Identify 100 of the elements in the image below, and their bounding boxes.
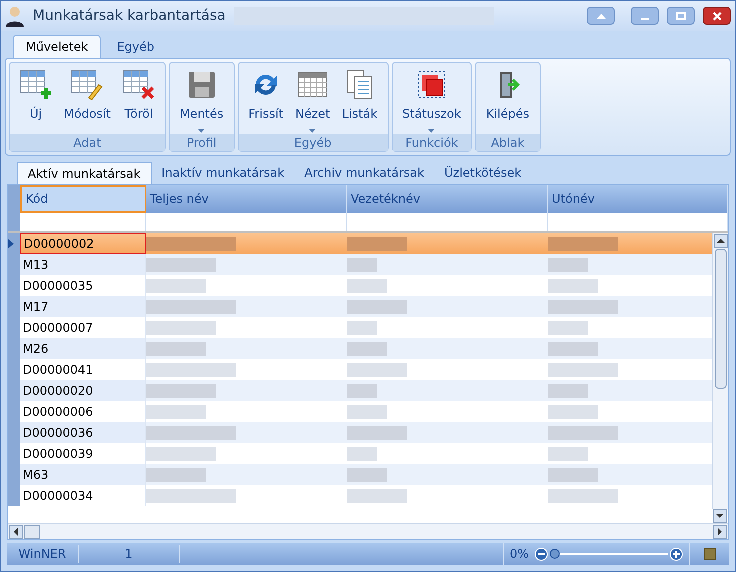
window-title: Munkatársak karbantartása <box>33 6 226 26</box>
user-icon <box>5 5 25 27</box>
table-row[interactable]: D00000002 <box>8 233 712 254</box>
status-count: 1 <box>79 545 180 563</box>
ribbon-button[interactable]: Módosít <box>58 63 117 134</box>
blurred-text <box>548 446 588 460</box>
column-header[interactable]: Utónév <box>548 185 728 213</box>
new-icon <box>20 69 52 101</box>
blurred-text <box>548 342 598 356</box>
table-row[interactable]: D00000020 <box>8 380 712 401</box>
ribbon-button[interactable]: Kilépés <box>480 63 536 134</box>
blurred-text <box>347 236 407 250</box>
blurred-text <box>347 278 387 292</box>
group-label: Ablak <box>476 134 540 151</box>
table-row[interactable]: M13 <box>8 254 712 275</box>
right-arrow-icon <box>718 528 722 536</box>
ribbon-button[interactable]: Töröl <box>116 63 161 134</box>
ribbon-tab[interactable]: Egyéb <box>105 35 167 58</box>
blurred-text <box>347 468 387 482</box>
status-app-name: WinNER <box>7 545 79 563</box>
zoom-slider-thumb[interactable] <box>550 549 560 559</box>
scroll-thumb[interactable] <box>714 249 726 389</box>
table-row[interactable]: D00000036 <box>8 422 712 443</box>
vertical-scrollbar[interactable] <box>712 233 728 509</box>
blurred-text <box>347 300 407 314</box>
tab[interactable]: Inaktív munkatársak <box>152 162 295 184</box>
blurred-text <box>548 320 588 334</box>
status-icon <box>416 69 448 101</box>
table-cell: D00000036 <box>20 422 146 443</box>
horizontal-scrollbar[interactable] <box>8 523 728 539</box>
tab[interactable]: Archiv munkatársak <box>294 162 434 184</box>
blurred-text <box>347 426 407 440</box>
blurred-text <box>347 258 377 272</box>
table-cell: M26 <box>20 338 146 359</box>
ribbon-button[interactable]: Új <box>14 63 58 134</box>
group-label: Adat <box>10 134 165 151</box>
edit-icon <box>71 69 104 101</box>
blurred-text <box>347 488 407 502</box>
close-icon <box>712 12 722 20</box>
ribbon-button[interactable]: Státuszok <box>396 63 468 134</box>
ribbon-button[interactable]: Listák <box>336 63 384 134</box>
column-header[interactable]: Vezetéknév <box>347 185 548 213</box>
blurred-text <box>548 278 598 292</box>
blurred-text <box>146 278 206 292</box>
row-header-cell <box>8 485 20 506</box>
table-row[interactable]: M63 <box>8 464 712 485</box>
group-label: Profil <box>170 134 234 151</box>
row-header-cell <box>8 213 20 231</box>
group-label: Funkciók <box>392 134 472 151</box>
column-header[interactable]: Kód <box>20 185 146 213</box>
delete-icon <box>122 69 155 101</box>
blurred-text <box>548 488 618 502</box>
maximize-button[interactable] <box>667 7 695 25</box>
column-header[interactable]: Teljes név <box>146 185 347 213</box>
blurred-text <box>146 404 206 418</box>
table-row[interactable]: M17 <box>8 296 712 317</box>
minimize-button[interactable] <box>631 7 659 25</box>
blurred-text <box>347 404 387 418</box>
group-label: Egyéb <box>238 134 388 151</box>
blurred-text <box>347 362 407 376</box>
zoom-reading: 0% <box>508 546 530 563</box>
blurred-text <box>548 426 618 440</box>
blurred-text <box>548 300 618 314</box>
blurred-text <box>548 404 598 418</box>
zoom-in-icon <box>670 548 683 560</box>
table-cell: D00000020 <box>20 380 146 401</box>
blurred-text <box>548 384 588 398</box>
row-header-cell <box>8 185 20 213</box>
status-square-icon <box>704 548 716 560</box>
blurred-text <box>146 384 216 398</box>
table-cell: D00000002 <box>20 233 146 254</box>
tab[interactable]: Üzletkötések <box>434 162 532 184</box>
table-cell: M13 <box>20 254 146 275</box>
ribbon-collapse-button[interactable] <box>587 7 615 25</box>
blurred-text <box>548 468 598 482</box>
ribbon-button[interactable]: Frissít <box>242 63 290 134</box>
tab[interactable]: Aktív munkatársak <box>17 162 152 184</box>
blurred-text <box>548 258 588 272</box>
table-cell: M63 <box>20 464 146 485</box>
blurred-text <box>146 320 216 334</box>
table-row[interactable]: M26 <box>8 338 712 359</box>
blurred-text <box>548 236 618 250</box>
table-cell: M17 <box>20 296 146 317</box>
close-button[interactable] <box>703 7 731 25</box>
blurred-text <box>347 446 377 460</box>
blurred-text <box>146 342 206 356</box>
ribbon-button[interactable]: Nézet <box>289 63 336 134</box>
left-arrow-icon <box>14 528 18 536</box>
zoom-slider[interactable] <box>550 548 668 560</box>
zoom-out-icon <box>535 548 548 560</box>
blurred-text <box>146 468 206 482</box>
ribbon-button[interactable]: Mentés <box>174 63 230 134</box>
blurred-text <box>347 342 387 356</box>
blurred-text <box>146 446 216 460</box>
down-arrow-icon <box>716 514 724 518</box>
ribbon-tab[interactable]: Műveletek <box>13 35 102 58</box>
blurred-text <box>347 320 377 334</box>
scroll-thumb[interactable] <box>24 524 40 538</box>
up-arrow-icon <box>716 239 724 243</box>
current-row-icon <box>8 238 14 248</box>
